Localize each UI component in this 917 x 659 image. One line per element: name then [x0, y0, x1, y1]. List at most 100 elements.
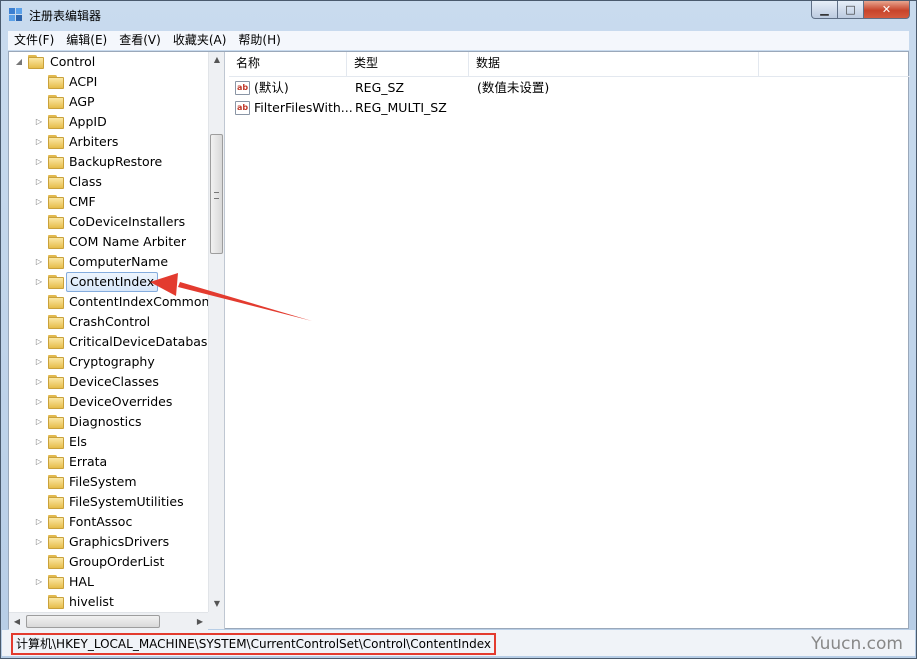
value-row[interactable]: ab FilterFilesWith... REG_MULTI_SZ	[229, 98, 910, 118]
tree-item[interactable]: ▷ Class	[9, 172, 209, 192]
menu-item[interactable]: 文件(F)	[8, 31, 60, 50]
registry-editor-window: 注册表编辑器 ▁ □ ✕ 文件(F) 编辑(E) 查看(V) 收藏夹(A) 帮助(H) …	[0, 0, 917, 659]
expand-triangle-icon[interactable]: ▷	[34, 152, 44, 172]
tree-item[interactable]: ▷ Errata	[9, 452, 209, 472]
tree-item[interactable]: ▷ Arbiters	[9, 132, 209, 152]
minimize-button[interactable]: ▁	[811, 1, 838, 19]
watermark: Yuucn.com	[811, 634, 903, 654]
expand-triangle-icon[interactable]: ▷	[34, 272, 44, 292]
tree-item[interactable]: FileSystemUtilities	[9, 492, 209, 512]
expand-triangle-icon[interactable]: ▷	[34, 392, 44, 412]
menu-item[interactable]: 编辑(E)	[60, 31, 113, 50]
tree-item[interactable]: hivelist	[9, 592, 209, 612]
tree-item[interactable]: ▷ BackupRestore	[9, 152, 209, 172]
tree-item[interactable]: ACPI	[9, 72, 209, 92]
folder-icon	[48, 315, 64, 329]
title-bar[interactable]: 注册表编辑器 ▁ □ ✕	[1, 1, 916, 29]
tree-item[interactable]: ▷ Diagnostics	[9, 412, 209, 432]
tree-item-label: CrashControl	[69, 314, 151, 329]
tree-item[interactable]: CoDeviceInstallers	[9, 212, 209, 232]
tree-item-label: FontAssoc	[69, 514, 133, 529]
expand-triangle-icon[interactable]: ▷	[34, 432, 44, 452]
tree-item[interactable]: GroupOrderList	[9, 552, 209, 572]
tree-item[interactable]: ▷ CriticalDeviceDatabase	[9, 332, 215, 352]
window-title: 注册表编辑器	[29, 9, 102, 23]
tree-item[interactable]: ContentIndexCommon	[9, 292, 209, 312]
tree-item[interactable]: ▷ Els	[9, 432, 209, 452]
scroll-thumb[interactable]	[210, 134, 223, 254]
minimize-icon: ▁	[820, 3, 829, 16]
expand-triangle-icon[interactable]: ▷	[34, 132, 44, 152]
tree-item[interactable]: AGP	[9, 92, 209, 112]
column-header-type[interactable]: 类型	[347, 52, 469, 76]
tree-item-label: CriticalDeviceDatabase	[69, 334, 216, 349]
tree-item[interactable]: ▷ DeviceOverrides	[9, 392, 209, 412]
menu-item[interactable]: 收藏夹(A)	[167, 31, 233, 50]
tree-item[interactable]: ▷ ContentIndex	[9, 272, 209, 292]
expand-triangle-icon[interactable]: ▷	[34, 332, 44, 352]
expand-triangle-icon[interactable]: ▷	[34, 412, 44, 432]
tree-item-label: Diagnostics	[69, 414, 142, 429]
value-name: (默认)	[254, 80, 289, 95]
menu-item[interactable]: 查看(V)	[113, 31, 167, 50]
folder-icon	[48, 595, 64, 609]
expand-triangle-icon[interactable]: ▷	[34, 352, 44, 372]
tree-item[interactable]: COM Name Arbiter	[9, 232, 209, 252]
tree-item-root[interactable]: ◢ Control	[9, 52, 209, 72]
expand-triangle-icon[interactable]: ▷	[34, 452, 44, 472]
tree-item[interactable]: ▷ ComputerName	[9, 252, 209, 272]
tree-item[interactable]: FileSystem	[9, 472, 209, 492]
tree-vertical-scrollbar[interactable]: ▲ ▼	[208, 52, 224, 612]
tree-item-label: Cryptography	[69, 354, 155, 369]
folder-icon	[48, 355, 64, 369]
folder-icon	[48, 235, 64, 249]
tree-item[interactable]: ▷ HAL	[9, 572, 209, 592]
tree-item[interactable]: ▷ FontAssoc	[9, 512, 209, 532]
horizontal-scroll-thumb[interactable]	[26, 615, 160, 628]
expand-triangle-icon[interactable]: ▷	[34, 112, 44, 132]
tree-item[interactable]: ▷ CMF	[9, 192, 209, 212]
scroll-down-arrow-icon[interactable]: ▼	[209, 596, 224, 612]
tree-item-label: Class	[69, 174, 102, 189]
menu-item[interactable]: 帮助(H)	[232, 31, 286, 50]
tree-item-label: Errata	[69, 454, 108, 469]
expand-triangle-icon[interactable]: ▷	[34, 512, 44, 532]
column-header-data[interactable]: 数据	[469, 52, 759, 76]
folder-icon	[48, 415, 64, 429]
folder-icon	[48, 515, 64, 529]
expand-triangle-icon[interactable]: ▷	[34, 532, 44, 552]
scroll-up-arrow-icon[interactable]: ▲	[209, 52, 224, 68]
value-row[interactable]: ab (默认) REG_SZ (数值未设置)	[229, 78, 910, 98]
folder-icon	[48, 395, 64, 409]
value-data: (数值未设置)	[477, 80, 550, 95]
folder-icon	[48, 155, 64, 169]
scroll-right-arrow-icon[interactable]: ▶	[192, 613, 208, 630]
status-path: 计算机\HKEY_LOCAL_MACHINE\SYSTEM\CurrentCon…	[11, 633, 496, 655]
folder-icon	[48, 255, 64, 269]
tree-item-label: ACPI	[69, 74, 98, 89]
tree-horizontal-scrollbar[interactable]: ◀ ▶	[9, 612, 208, 630]
tree-item[interactable]: ▷ GraphicsDrivers	[9, 532, 209, 552]
column-header-name[interactable]: 名称	[229, 52, 347, 76]
expand-triangle-icon[interactable]: ▷	[34, 172, 44, 192]
tree-item-label-selected: ContentIndex	[66, 272, 159, 292]
scroll-left-arrow-icon[interactable]: ◀	[9, 613, 25, 630]
close-button[interactable]: ✕	[864, 1, 910, 19]
tree-item-label: GroupOrderList	[69, 554, 165, 569]
expand-triangle-icon[interactable]: ▷	[34, 192, 44, 212]
tree-item-label: AGP	[69, 94, 95, 109]
tree-item-label: Control	[50, 54, 96, 69]
tree-item[interactable]: CrashControl	[9, 312, 209, 332]
folder-icon	[48, 75, 64, 89]
tree-item[interactable]: ▷ Cryptography	[9, 352, 209, 372]
expand-triangle-icon[interactable]: ▷	[34, 252, 44, 272]
expand-triangle-icon[interactable]: ▷	[34, 572, 44, 592]
tree-item-label: AppID	[69, 114, 107, 129]
expand-triangle-icon[interactable]: ▷	[34, 372, 44, 392]
tree-item[interactable]: ▷ DeviceClasses	[9, 372, 209, 392]
tree-item-label: DeviceOverrides	[69, 394, 173, 409]
collapse-triangle-icon[interactable]: ◢	[14, 52, 24, 72]
maximize-button[interactable]: □	[838, 1, 864, 19]
folder-icon	[48, 95, 64, 109]
tree-item[interactable]: ▷ AppID	[9, 112, 209, 132]
